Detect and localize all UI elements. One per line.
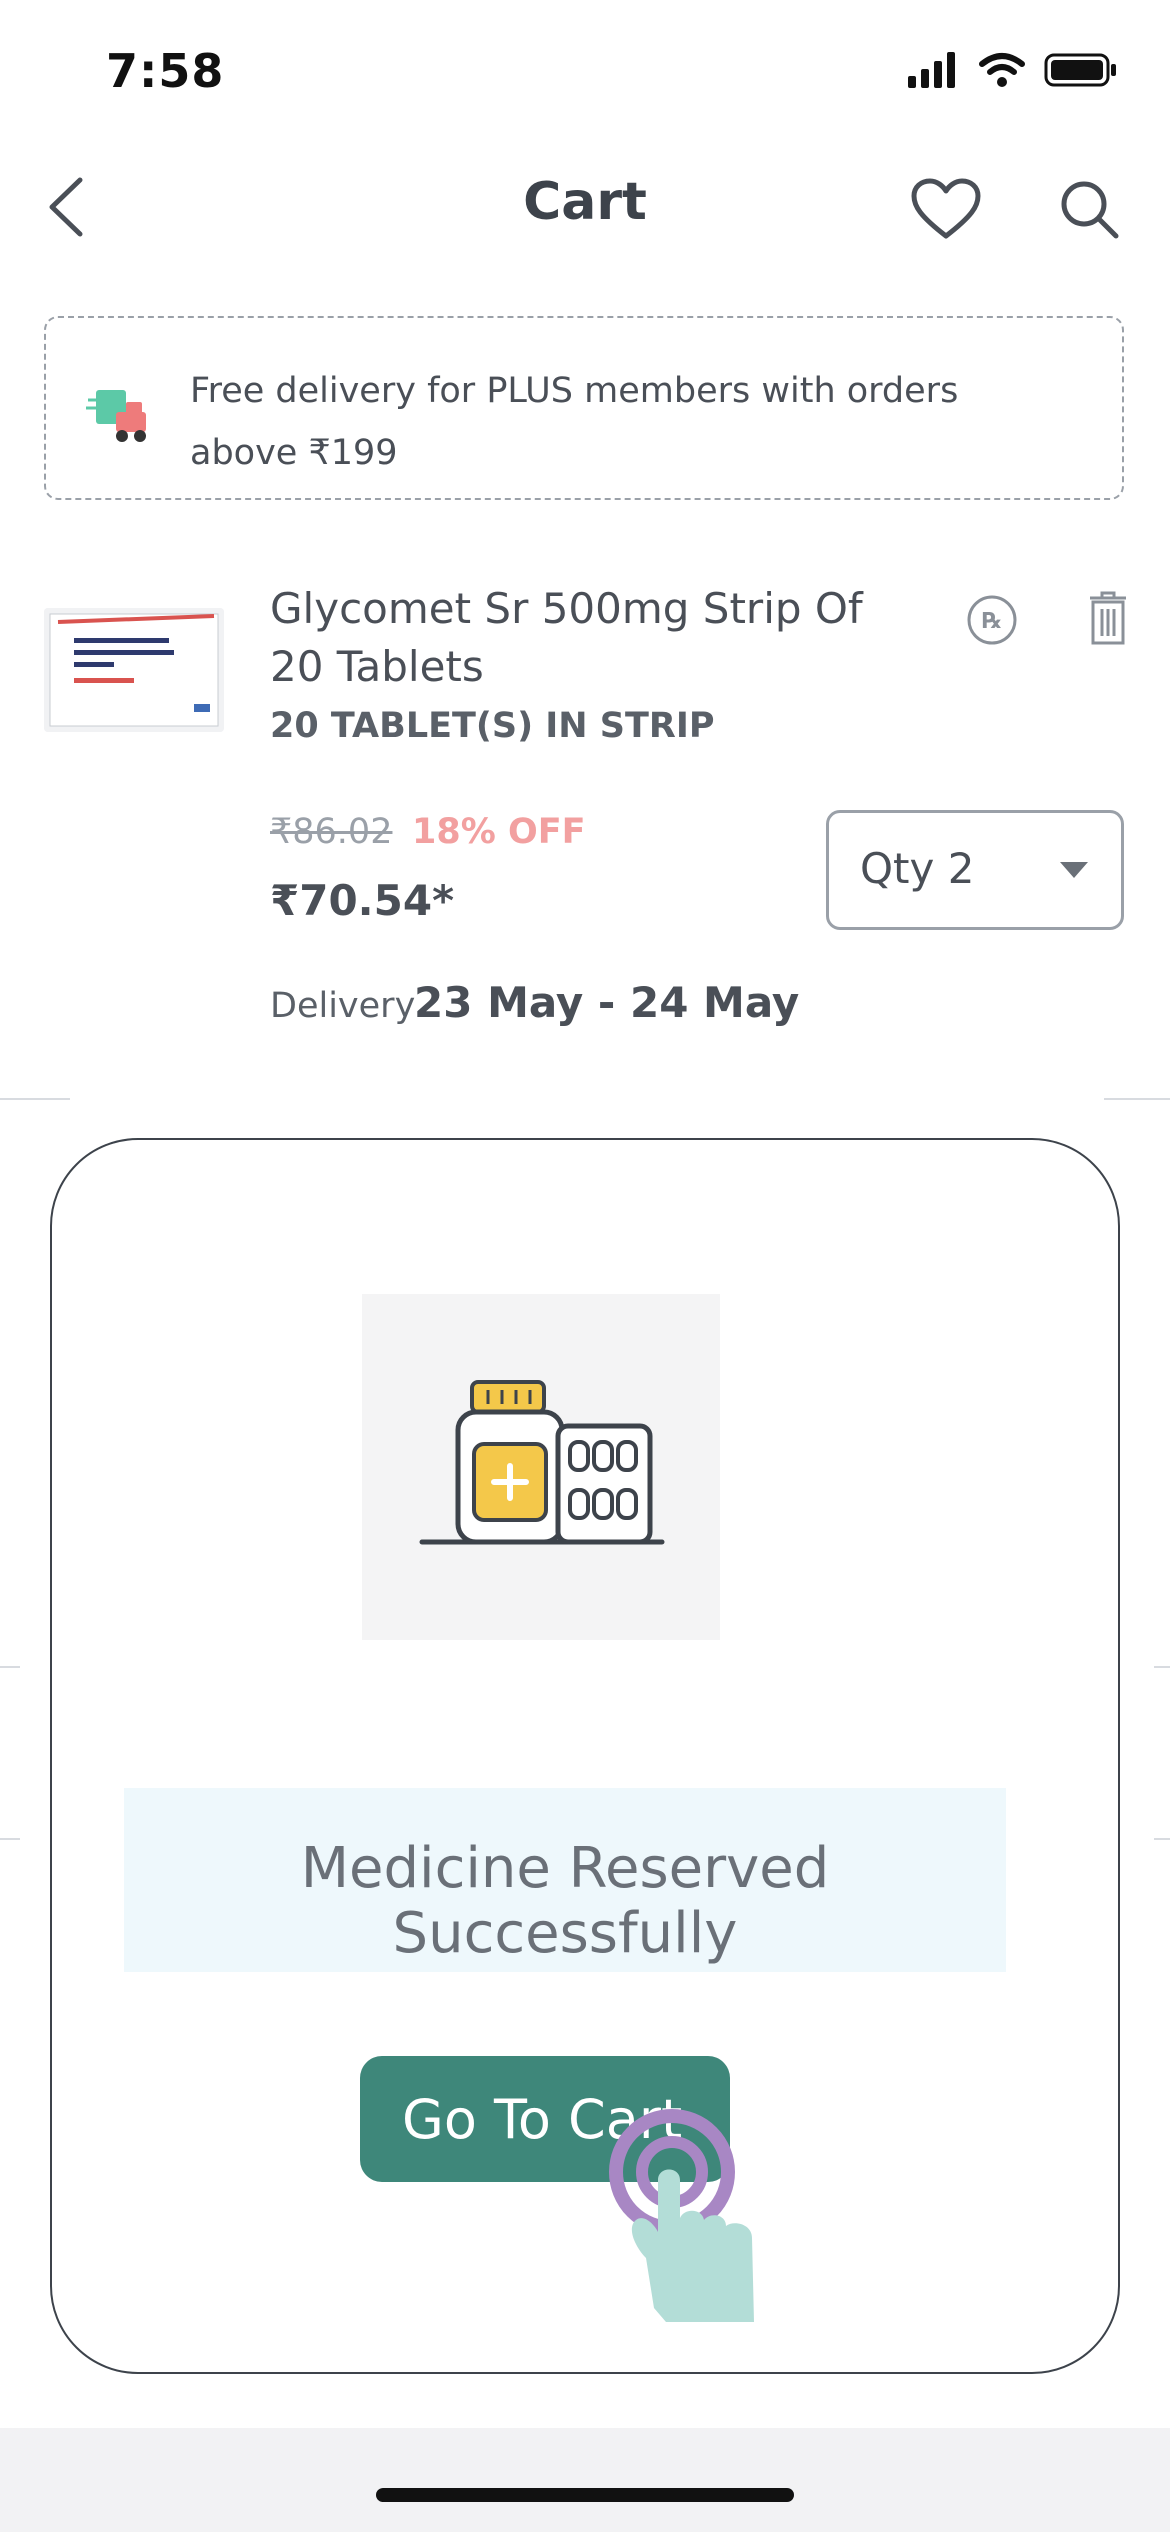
rx-icon: ℞ [967,595,1017,645]
home-indicator[interactable] [376,2488,794,2502]
wifi-icon [979,53,1025,87]
tap-hand-icon [609,2109,754,2322]
signal-icon [908,52,955,88]
divider [1104,1098,1170,1100]
free-delivery-text: Free delivery for PLUS members with orde… [190,371,959,473]
page-title: Cart [523,172,647,232]
delivery-label: Delivery [270,986,416,1026]
delivery-truck-icon [86,390,146,442]
selling-price: ₹70.54* [270,876,455,925]
discount-badge: 18% OFF [412,812,586,852]
pack-size: 20 TABLET(S) IN STRIP [270,706,715,746]
product-image [44,608,224,732]
success-message: Medicine Reserved Successfully [300,1836,830,1966]
divider [1154,1838,1170,1840]
delivery-date: 23 May - 24 May [414,978,800,1027]
delete-icon[interactable] [1088,590,1128,646]
search-icon[interactable] [1056,176,1122,242]
divider [0,1666,20,1668]
chevron-down-icon [1060,862,1088,878]
bottom-bar [0,2428,1170,2532]
battery-icon [1044,53,1116,87]
status-time: 7:58 [106,44,225,98]
product-name[interactable]: Glycomet Sr 500mg Strip Of 20 Tablets [270,580,890,696]
divider [0,1838,20,1840]
quantity-label: Qty 2 [860,844,975,893]
divider [1154,1666,1170,1668]
status-icons [908,52,1118,88]
heart-icon[interactable] [910,178,982,240]
medicine-illustration [362,1294,720,1640]
mrp-price: ₹86.02 [270,812,393,852]
divider [0,1098,70,1100]
svg-text:℞: ℞ [982,609,1002,634]
